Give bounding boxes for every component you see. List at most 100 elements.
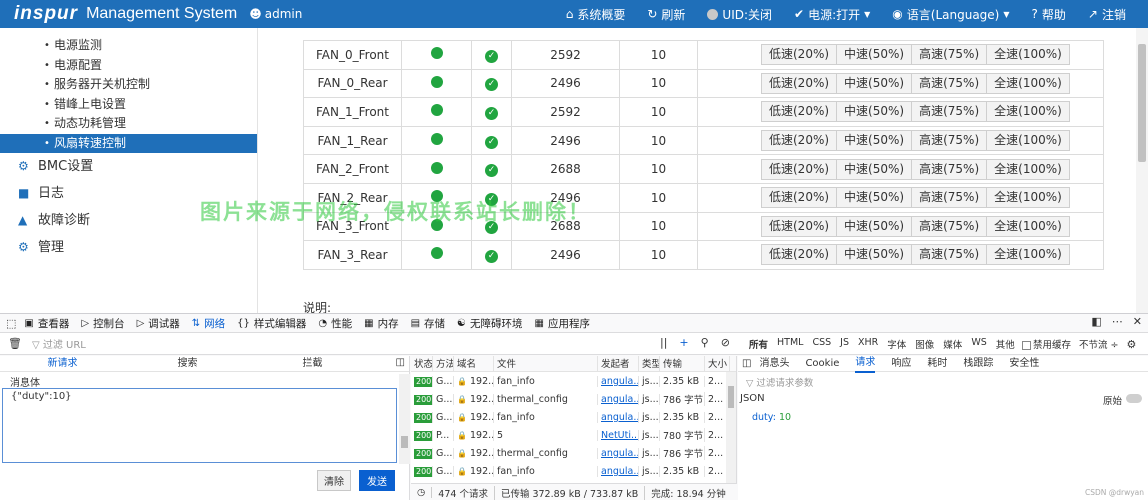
col-file[interactable]: 文件 xyxy=(494,356,598,371)
tab-accessibility[interactable]: ☯ 无障碍环境 xyxy=(457,316,522,331)
plus-icon[interactable]: + xyxy=(679,336,688,349)
clear-button[interactable]: 清除 xyxy=(317,470,351,491)
speed-button[interactable]: 低速(20%) xyxy=(761,72,838,94)
speed-button[interactable]: 高速(75%) xyxy=(911,215,988,237)
tab-storage[interactable]: ▤ 存储 xyxy=(411,316,445,331)
raw-toggle[interactable] xyxy=(1126,394,1142,403)
sidebar-item-power-monitor[interactable]: 电源监测 xyxy=(0,36,257,56)
dock-icon[interactable]: ◧ xyxy=(1091,315,1101,328)
sidebar-item-staggered-power[interactable]: 错峰上电设置 xyxy=(0,95,257,115)
tab-performance[interactable]: ◔ 性能 xyxy=(318,316,352,331)
speed-button[interactable]: 高速(75%) xyxy=(911,130,988,152)
col-size[interactable]: 大小 xyxy=(705,356,730,371)
tab-response[interactable]: 响应 xyxy=(891,356,911,372)
tab-network[interactable]: ⇅ 网络 xyxy=(192,316,225,331)
speed-button[interactable]: 高速(75%) xyxy=(911,44,988,66)
speed-button[interactable]: 低速(20%) xyxy=(761,244,838,266)
speed-button[interactable]: 中速(50%) xyxy=(836,244,913,266)
tab-new-request[interactable]: 新请求 xyxy=(0,356,125,371)
tab-application[interactable]: ▦ 应用程序 xyxy=(535,316,590,331)
speed-button[interactable]: 低速(20%) xyxy=(761,158,838,180)
page-scrollbar[interactable] xyxy=(1136,28,1148,313)
send-button[interactable]: 发送 xyxy=(359,470,395,491)
scrollbar-thumb[interactable] xyxy=(728,386,734,408)
speed-button[interactable]: 高速(75%) xyxy=(911,101,988,123)
speed-button[interactable]: 低速(20%) xyxy=(761,215,838,237)
speed-button[interactable]: 全速(100%) xyxy=(986,130,1070,152)
request-row[interactable]: 200G...🔒 192....fan_infoangula...js...2.… xyxy=(411,408,736,426)
request-list-scrollbar[interactable] xyxy=(726,372,736,483)
speed-button[interactable]: 中速(50%) xyxy=(836,130,913,152)
col-status[interactable]: 状态 xyxy=(411,356,433,371)
speed-button[interactable]: 中速(50%) xyxy=(836,101,913,123)
request-row[interactable]: 200G...🔒 192....thermal_configangula...j… xyxy=(411,390,736,408)
col-method[interactable]: 方法 xyxy=(433,356,454,371)
block-icon[interactable]: ⊘ xyxy=(721,336,730,349)
speed-button[interactable]: 全速(100%) xyxy=(986,187,1070,209)
filter-html[interactable]: HTML xyxy=(777,337,803,351)
speed-button[interactable]: 全速(100%) xyxy=(986,244,1070,266)
speed-button[interactable]: 全速(100%) xyxy=(986,72,1070,94)
speed-button[interactable]: 高速(75%) xyxy=(911,187,988,209)
nav-logout[interactable]: ↗ 注销 xyxy=(1088,6,1126,23)
request-body-field[interactable]: {"duty":10} xyxy=(2,388,397,463)
speed-button[interactable]: 低速(20%) xyxy=(761,130,838,152)
tab-request[interactable]: 请求 xyxy=(855,355,876,373)
user-menu[interactable]: ☻ admin xyxy=(249,7,302,21)
collapse-panel-icon[interactable]: ◫ xyxy=(396,357,405,368)
filter-xhr[interactable]: XHR xyxy=(858,337,878,351)
filter-font[interactable]: 字体 xyxy=(887,337,906,351)
nav-system-overview[interactable]: ⌂ 系统概要 xyxy=(566,6,626,23)
speed-button[interactable]: 中速(50%) xyxy=(836,215,913,237)
tab-console[interactable]: ▷ 控制台 xyxy=(81,316,124,331)
tab-style-editor[interactable]: {} 样式编辑器 xyxy=(237,316,306,331)
toggle-sidebar-icon[interactable]: ◫ xyxy=(742,358,751,369)
col-domain[interactable]: 域名 xyxy=(454,356,494,371)
speed-button[interactable]: 全速(100%) xyxy=(986,215,1070,237)
scrollbar-thumb[interactable] xyxy=(1138,44,1146,162)
sidebar-item-bmc-settings[interactable]: ⚙ BMC设置 xyxy=(0,153,257,180)
request-row[interactable]: 200G...🔒 192....thermal_configangula...j… xyxy=(411,444,736,462)
sidebar-item-dynamic-power[interactable]: 动态功耗管理 xyxy=(0,114,257,134)
sidebar-item-fan-control[interactable]: 风扇转速控制 xyxy=(0,133,257,153)
request-row[interactable]: 200G...🔒 192....fan_infoangula...js...2.… xyxy=(411,462,736,480)
pause-icon[interactable]: || xyxy=(660,336,667,349)
tab-intercept[interactable]: 拦截 xyxy=(250,356,375,371)
col-type[interactable]: 类型 xyxy=(639,356,660,371)
speed-button[interactable]: 中速(50%) xyxy=(836,187,913,209)
nav-power[interactable]: ✔ 电源:打开 ▼ xyxy=(794,6,870,23)
settings-icon[interactable]: ⚙ xyxy=(1127,338,1137,351)
sidebar-item-power-control[interactable]: 服务器开关机控制 xyxy=(0,75,257,95)
sidebar-item-power-config[interactable]: 电源配置 xyxy=(0,56,257,76)
filter-css[interactable]: CSS xyxy=(812,337,831,351)
filter-image[interactable]: 图像 xyxy=(915,337,934,351)
tab-cookies[interactable]: Cookie xyxy=(805,356,839,372)
tab-search[interactable]: 搜索 xyxy=(125,356,250,371)
speed-button[interactable]: 高速(75%) xyxy=(911,72,988,94)
nav-language[interactable]: ◉ 语言(Language) ▼ xyxy=(892,6,1009,23)
speed-button[interactable]: 低速(20%) xyxy=(761,187,838,209)
tab-timings[interactable]: 耗时 xyxy=(927,356,947,372)
filter-other[interactable]: 其他 xyxy=(996,337,1015,351)
body-scrollbar[interactable] xyxy=(399,374,410,464)
filter-ws[interactable]: WS xyxy=(971,337,986,351)
more-icon[interactable]: ⋯ xyxy=(1112,315,1123,328)
search-icon[interactable]: ⚲ xyxy=(701,336,709,349)
speed-button[interactable]: 中速(50%) xyxy=(836,158,913,180)
close-icon[interactable]: ✕ xyxy=(1133,315,1142,328)
tab-memory[interactable]: ▦ 内存 xyxy=(364,316,398,331)
request-row[interactable]: 200G...🔒 192....fan_infoangula...js...2.… xyxy=(411,372,736,390)
tab-inspector[interactable]: ▣ 查看器 xyxy=(24,316,69,331)
disable-cache-checkbox[interactable]: 禁用缓存 xyxy=(1022,337,1071,351)
filter-all[interactable]: 所有 xyxy=(749,337,768,351)
speed-button[interactable]: 高速(75%) xyxy=(911,158,988,180)
filter-js[interactable]: JS xyxy=(840,337,849,351)
param-filter-input[interactable]: ▽ 过滤请求参数 xyxy=(746,375,1148,389)
tab-headers[interactable]: 消息头 xyxy=(759,356,789,372)
col-transfer[interactable]: 传输 xyxy=(660,356,705,371)
col-initiator[interactable]: 发起者 xyxy=(598,356,639,371)
scrollbar-thumb[interactable] xyxy=(401,436,408,448)
nav-refresh[interactable]: ↻ 刷新 xyxy=(647,6,685,23)
speed-button[interactable]: 低速(20%) xyxy=(761,101,838,123)
speed-button[interactable]: 全速(100%) xyxy=(986,158,1070,180)
